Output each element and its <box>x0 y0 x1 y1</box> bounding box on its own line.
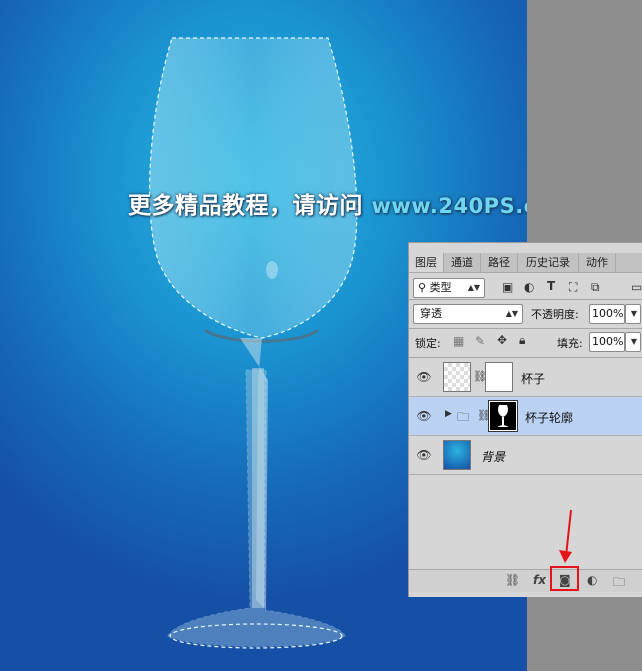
layer-name: 杯子轮廓 <box>525 411 574 425</box>
layers-panel: 图层 通道 路径 历史记录 动作 ⚲ 类型 ▲▼ ▣ ◐ T ⛶ ⧉ ▭ 穿透 … <box>408 242 642 597</box>
filter-kind-select[interactable]: ⚲ 类型 ▲▼ <box>413 278 485 298</box>
fx-icon[interactable]: fx <box>533 573 546 587</box>
search-icon: ⚲ <box>418 281 427 294</box>
chevron-down-icon: ▼ <box>630 337 637 346</box>
folder-icon: 🗀 <box>457 410 470 424</box>
blend-mode-value: 穿透 <box>420 307 442 320</box>
chevron-down-icon: ▲▼ <box>467 283 480 292</box>
layer-row-background[interactable]: 👁︎ 背景 <box>409 436 642 475</box>
new-group-icon[interactable]: 🗀 <box>613 573 625 594</box>
opacity-label: 不透明度: <box>531 308 579 321</box>
lock-brush-icon[interactable]: ✎ <box>475 334 485 348</box>
layers-bottom-toolbar: ⛓ fx ◙ ◐ 🗀 <box>409 569 642 592</box>
layer-row-cup-outline[interactable]: 👁︎ ▶ 🗀 ⛓ 杯子轮廓 <box>409 397 642 436</box>
adjustment-filter-icon[interactable]: ◐ <box>524 280 534 294</box>
blend-mode-select[interactable]: 穿透 ▲▼ <box>413 304 523 324</box>
shape-filter-icon[interactable]: ⛶ <box>569 280 577 295</box>
tab-layers[interactable]: 图层 <box>409 253 444 272</box>
filter-row: ⚲ 类型 ▲▼ ▣ ◐ T ⛶ ⧉ ▭ <box>409 275 642 299</box>
chevron-down-icon: ▼ <box>630 309 637 318</box>
fill-input[interactable]: 100% <box>589 332 625 352</box>
glass-mask-shape <box>498 405 508 427</box>
layer-thumbnail <box>443 440 471 470</box>
tab-paths[interactable]: 路径 <box>481 253 518 272</box>
eye-icon[interactable]: 👁︎ <box>415 409 433 423</box>
opacity-dropdown[interactable]: ▼ <box>625 304 641 324</box>
triangle-right-icon[interactable]: ▶ <box>445 409 452 419</box>
filter-toggle-icon[interactable]: ▭ <box>631 280 642 294</box>
watermark-site: www.240PS.com <box>371 194 527 218</box>
highlight-box <box>550 566 579 591</box>
lock-label: 锁定: <box>415 337 441 350</box>
layer-name: 杯子 <box>521 372 546 386</box>
lock-all-icon[interactable]: 🔒︎ <box>519 333 525 348</box>
divider <box>409 299 642 300</box>
lock-transparent-icon[interactable]: ▦ <box>453 334 464 348</box>
link-layers-icon[interactable]: ⛓ <box>505 573 520 587</box>
lock-position-icon[interactable]: ✥ <box>497 333 507 347</box>
tab-history[interactable]: 历史记录 <box>518 253 579 272</box>
tab-actions[interactable]: 动作 <box>579 253 616 272</box>
fill-label: 填充: <box>557 337 583 350</box>
type-filter-icon[interactable]: T <box>547 279 555 293</box>
filter-kind-label: 类型 <box>429 281 452 294</box>
opacity-input[interactable]: 100% <box>589 304 625 324</box>
watermark-text: 更多精品教程，请访问 www.240PS.com <box>128 186 527 220</box>
divider <box>409 328 642 329</box>
image-filter-icon[interactable]: ▣ <box>502 280 513 294</box>
layer-mask-thumbnail[interactable] <box>485 362 513 392</box>
panel-tabs: 图层 通道 路径 历史记录 动作 <box>409 253 642 273</box>
chevron-down-icon: ▲▼ <box>505 309 518 318</box>
adjustment-layer-icon[interactable]: ◐ <box>587 573 597 587</box>
eye-icon[interactable]: 👁︎ <box>415 448 433 462</box>
watermark-main: 更多精品教程，请访问 <box>128 193 372 219</box>
layer-thumbnail <box>443 362 471 392</box>
layer-name: 背景 <box>481 450 506 464</box>
layer-mask-thumbnail[interactable] <box>488 400 518 432</box>
opacity-value: 100% <box>592 307 624 320</box>
fill-dropdown[interactable]: ▼ <box>625 332 641 352</box>
fill-value: 100% <box>592 335 624 348</box>
smart-object-filter-icon[interactable]: ⧉ <box>591 280 600 295</box>
tab-channels[interactable]: 通道 <box>444 253 481 272</box>
eye-icon[interactable]: 👁︎ <box>415 370 433 384</box>
layer-row-cup[interactable]: 👁︎ ⛓ 杯子 <box>409 358 642 397</box>
